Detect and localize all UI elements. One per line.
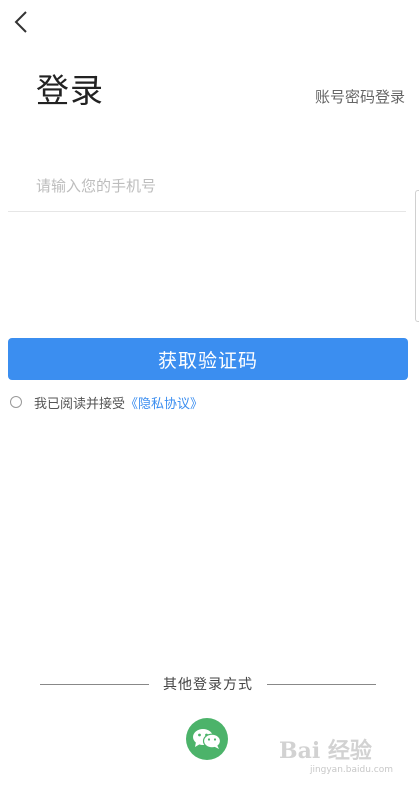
- agreement-text: 我已阅读并接受: [34, 396, 126, 412]
- divider-line-left: [40, 683, 149, 685]
- chevron-left-icon: [14, 11, 27, 33]
- phone-input[interactable]: [8, 160, 406, 212]
- scroll-indicator: [415, 190, 419, 322]
- page-title: 登录: [36, 71, 104, 110]
- other-login-divider: 其他登录方式: [40, 674, 376, 694]
- divider-line-right: [267, 683, 376, 685]
- wechat-icon: [193, 729, 222, 749]
- wechat-login-button[interactable]: [186, 718, 228, 760]
- back-button[interactable]: [8, 8, 36, 36]
- watermark-url: jingyan.baidu.com: [309, 765, 393, 775]
- baidu-jingyan-watermark: Bai 经验 jingyan.baidu.com: [279, 738, 399, 786]
- agreement-radio[interactable]: [10, 396, 22, 408]
- privacy-policy-link[interactable]: 《隐私协议》: [125, 393, 203, 412]
- other-login-label: 其他登录方式: [163, 677, 253, 693]
- get-verification-code-button[interactable]: 获取验证码: [8, 338, 408, 380]
- watermark-brand: Bai 经验: [279, 738, 372, 764]
- agreement-row: 我已阅读并接受 《隐私协议》: [10, 392, 203, 412]
- account-password-login-link[interactable]: 账号密码登录: [315, 86, 405, 108]
